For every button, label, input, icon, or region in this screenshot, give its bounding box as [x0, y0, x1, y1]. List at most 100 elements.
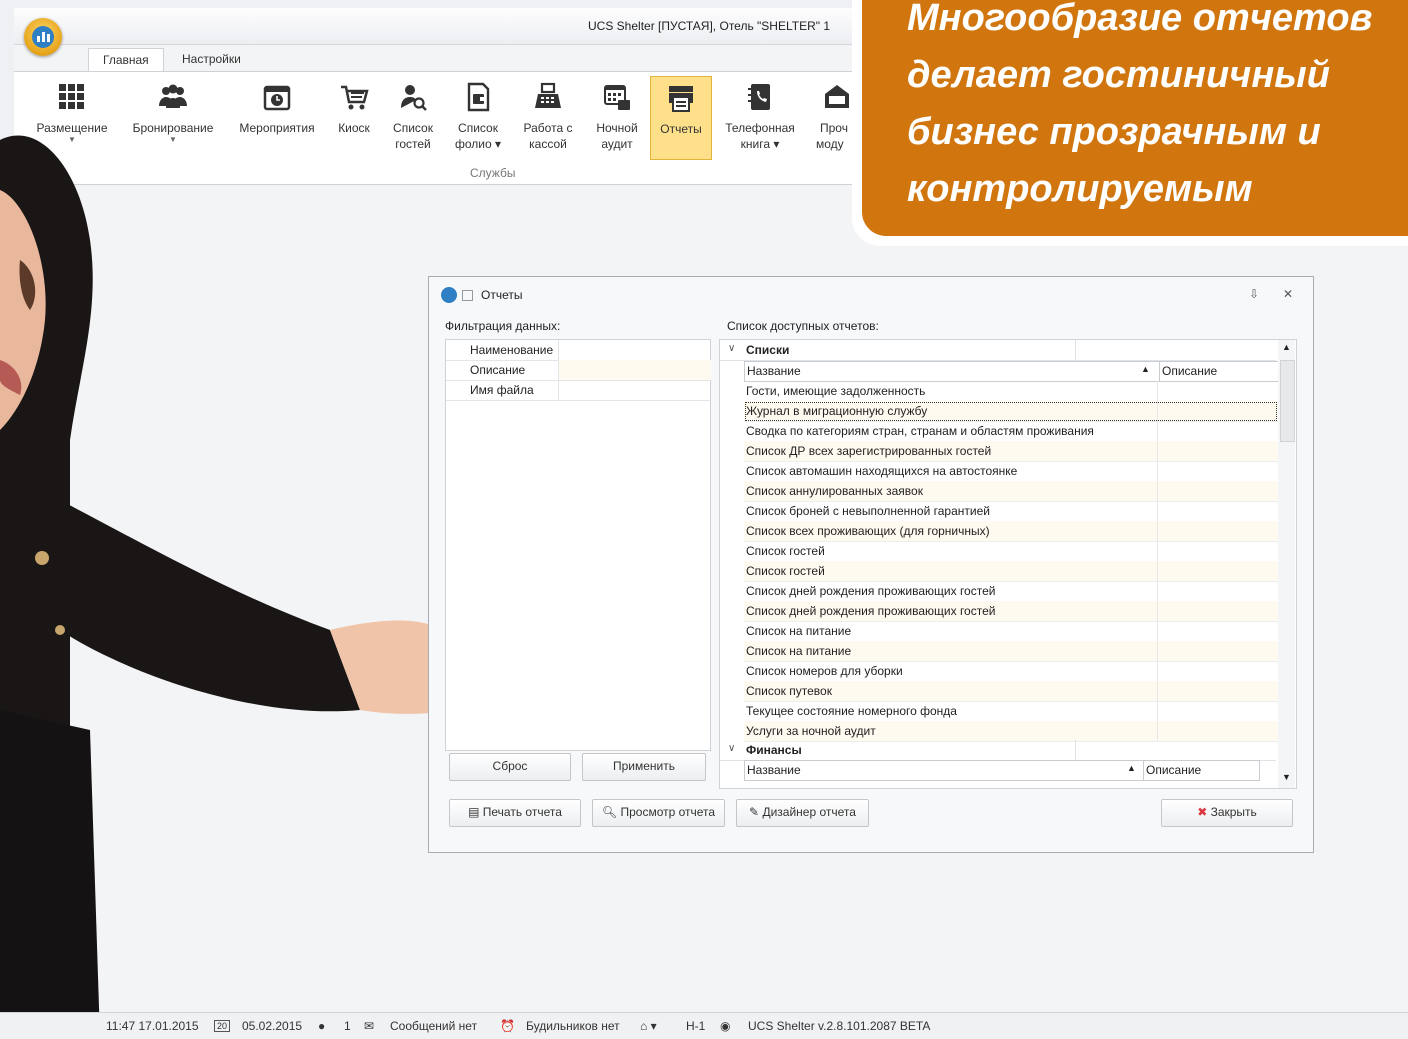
promo-banner: Многообразие отчетов делает гостиничный …	[862, 0, 1408, 236]
report-name: Список гостей	[746, 564, 825, 578]
layout-grid-icon	[59, 84, 84, 109]
report-row[interactable]: Список дней рождения проживающих гостей	[744, 601, 1278, 622]
chevron-down-icon[interactable]: ∨	[728, 743, 735, 754]
users-icon	[159, 84, 187, 108]
tab-settings[interactable]: Настройки	[168, 48, 255, 72]
group-row-lists[interactable]: ∨ Списки	[720, 340, 1276, 361]
scroll-up-icon[interactable]: ▲	[1282, 342, 1291, 352]
filter-value-input[interactable]	[558, 340, 711, 360]
reports-dialog: Отчеты ⇩ ✕ Фильтрация данных: Наименован…	[428, 276, 1314, 853]
ribbon-button-cash[interactable]: Работа с кассой	[514, 76, 582, 158]
close-icon[interactable]: ✕	[1283, 287, 1293, 301]
filter-section-label: Фильтрация данных:	[445, 319, 561, 333]
reports-list-label: Список доступных отчетов:	[727, 319, 879, 333]
report-name: Гости, имеющие задолженность	[746, 384, 926, 398]
reset-button[interactable]: Сброс	[449, 753, 571, 781]
status-version: UCS Shelter v.2.8.101.2087 BETA	[748, 1019, 931, 1033]
report-name: Список на питание	[746, 624, 852, 638]
preview-report-button[interactable]: 🔍︎ Просмотр отчета	[592, 799, 725, 827]
report-row[interactable]: Список автомашин находящихся на автостоя…	[744, 461, 1278, 482]
report-row[interactable]: Список гостей	[744, 541, 1278, 562]
phone-book-icon	[748, 84, 770, 110]
filter-grid: Наименование Описание Имя файла	[445, 339, 711, 751]
column-desc-header[interactable]: Описание	[1159, 362, 1217, 381]
ribbon-button-night-audit[interactable]: Ночной аудит	[586, 76, 648, 158]
report-name: Список всех проживающих (для горничных)	[746, 524, 990, 538]
window-title: UCS Shelter [ПУСТАЯ], Отель "SHELTER" 1	[588, 19, 831, 33]
report-name: Список на питание	[746, 644, 852, 658]
restore-small-icon[interactable]	[462, 290, 473, 301]
ribbon-button-reports[interactable]: Отчеты	[650, 76, 712, 160]
report-name: Список номеров для уборки	[746, 664, 903, 678]
ribbon-label: Проч	[820, 121, 848, 135]
ribbon-button-phone-book[interactable]: Телефонная книга ▾	[718, 76, 802, 158]
hotel-icon[interactable]: ⌂ ▾	[640, 1019, 657, 1033]
report-row[interactable]: Список путевок	[744, 681, 1278, 702]
report-row[interactable]: Список броней с невыполненной гарантией	[744, 501, 1278, 522]
status-alarms[interactable]: Будильников нет	[526, 1019, 620, 1033]
column-header[interactable]: Название ▲ Описание	[744, 361, 1280, 382]
column-name-header[interactable]: Название	[747, 364, 801, 378]
status-date: 05.02.2015	[242, 1019, 303, 1033]
globe-icon: ◉	[720, 1019, 731, 1033]
ribbon-label-2: книга ▾	[740, 137, 780, 151]
scroll-down-icon[interactable]: ▼	[1282, 772, 1291, 782]
chevron-down-icon[interactable]: ∨	[728, 343, 735, 354]
banner-line: Многообразие отчетов	[907, 0, 1373, 39]
report-name: Список аннулированных заявок	[746, 484, 923, 498]
report-row[interactable]: Гости, имеющие задолженность	[744, 381, 1278, 402]
column-header[interactable]: Название ▲ Описание	[744, 760, 1260, 781]
status-messages[interactable]: Сообщений нет	[390, 1019, 477, 1033]
close-dialog-button[interactable]: ✖ Закрыть	[1161, 799, 1293, 827]
filter-value-input[interactable]	[558, 380, 711, 400]
status-datetime: 11:47 17.01.2015	[106, 1019, 199, 1033]
app-logo-icon	[441, 287, 457, 303]
ribbon-button-other-modules[interactable]: Проч моду	[810, 76, 854, 158]
report-row[interactable]: Список на питание	[744, 621, 1278, 642]
sort-asc-icon: ▲	[1127, 763, 1136, 773]
report-row[interactable]: Список ДР всех зарегистрированных гостей	[744, 441, 1278, 462]
filter-value-input[interactable]	[558, 360, 711, 380]
designer-report-button[interactable]: ✎ Дизайнер отчета	[736, 799, 869, 827]
report-row[interactable]: Список дней рождения проживающих гостей	[744, 581, 1278, 602]
filter-row[interactable]: Описание	[446, 360, 711, 381]
print-report-button[interactable]: ▤ Печать отчета	[449, 799, 581, 827]
dialog-title: Отчеты	[481, 288, 523, 302]
report-row-selected[interactable]: Журнал в миграционную службу	[744, 401, 1278, 422]
group-name: Списки	[746, 343, 790, 357]
report-row[interactable]: Список аннулированных заявок	[744, 481, 1278, 502]
banner-line: контролируемым	[907, 168, 1253, 210]
user-icon: ●	[318, 1019, 326, 1033]
report-name: Журнал в миграционную службу	[746, 404, 928, 418]
column-name-header[interactable]: Название	[747, 763, 801, 777]
scroll-thumb[interactable]	[1280, 360, 1295, 442]
pin-icon[interactable]: ⇩	[1249, 287, 1259, 301]
report-name: Список броней с невыполненной гарантией	[746, 504, 990, 518]
banner-line: делает гостиничный	[907, 54, 1330, 96]
report-name: Текущее состояние номерного фонда	[746, 704, 957, 718]
folio-icon	[467, 82, 490, 112]
tab-main[interactable]: Главная	[88, 48, 164, 73]
filter-field-name: Описание	[470, 363, 526, 377]
filter-row[interactable]: Имя файла	[446, 380, 710, 401]
report-row[interactable]: Список гостей	[744, 561, 1278, 582]
group-name: Финансы	[746, 743, 802, 757]
group-row-finance[interactable]: ∨ Финансы	[720, 740, 1276, 761]
apply-button[interactable]: Применить	[582, 753, 706, 781]
designer-report-label: Дизайнер отчета	[762, 805, 856, 819]
app-menu-orb[interactable]	[24, 18, 62, 56]
guest-search-icon	[401, 85, 427, 111]
report-row[interactable]: Услуги за ночной аудит	[744, 721, 1278, 742]
report-row[interactable]: Список номеров для уборки	[744, 661, 1278, 682]
report-row[interactable]: Список всех проживающих (для горничных)	[744, 521, 1278, 542]
report-row[interactable]: Сводка по категориям стран, странам и об…	[744, 421, 1278, 442]
filter-row[interactable]: Наименование	[446, 340, 710, 361]
reports-grid: ∨ Списки Название ▲ Описание Гости, имею…	[719, 339, 1297, 789]
column-desc-header[interactable]: Описание	[1143, 761, 1201, 780]
vertical-scrollbar[interactable]: ▲ ▼	[1278, 340, 1295, 788]
report-row[interactable]: Список на питание	[744, 641, 1278, 662]
filter-field-name: Имя файла	[470, 383, 534, 397]
report-row[interactable]: Текущее состояние номерного фонда	[744, 701, 1278, 722]
ribbon-label-2: кассой	[529, 137, 567, 151]
report-name: Список путевок	[746, 684, 832, 698]
